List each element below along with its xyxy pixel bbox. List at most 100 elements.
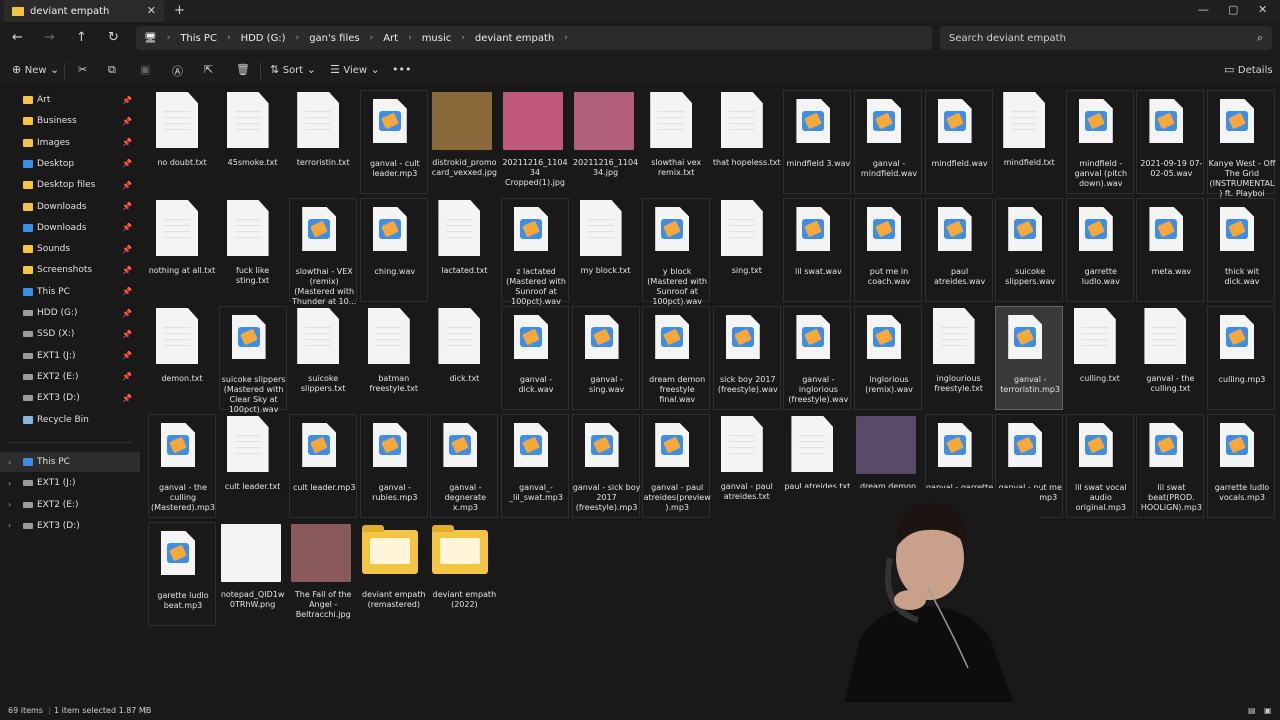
- delete-icon[interactable]: 🗑: [236, 63, 250, 76]
- sidebar-item[interactable]: EXT1 (J:) 📌: [0, 346, 140, 366]
- file-item[interactable]: ganval - inglorious (freestyle).wav: [783, 306, 852, 410]
- breadcrumb[interactable]: 🖥 › This PC › HDD (G:) › gan's files › Art › music…: [136, 26, 932, 50]
- copy-icon[interactable]: ⧉: [108, 63, 116, 77]
- new-tab-button[interactable]: +: [174, 3, 185, 18]
- file-item[interactable]: no doubt.txt: [148, 90, 216, 194]
- sidebar-item[interactable]: EXT3 (D:) 📌: [0, 388, 140, 408]
- sidebar-item[interactable]: HDD (G:) 📌: [0, 303, 140, 323]
- file-item[interactable]: that hopeless.txt: [713, 90, 781, 194]
- file-item[interactable]: z lactated (Mastered with Sunroof at 100…: [501, 198, 569, 306]
- file-item[interactable]: fuck like sting.txt: [219, 198, 287, 302]
- file-item[interactable]: ching.wav: [359, 198, 428, 302]
- file-item[interactable]: cult leader.txt: [219, 414, 287, 518]
- pin-icon[interactable]: 📌: [122, 202, 132, 211]
- breadcrumb-item[interactable]: deviant empath: [475, 33, 554, 44]
- file-item[interactable]: cult leader.mp3: [289, 414, 358, 518]
- pin-icon[interactable]: 📌: [122, 181, 132, 190]
- file-item[interactable]: ganval - paul atreides(preview).mp3: [642, 414, 711, 518]
- pin-icon[interactable]: 📌: [122, 266, 132, 275]
- file-item[interactable]: ganval - degnerate x.mp3: [430, 414, 499, 518]
- file-item[interactable]: 45smoke.txt: [219, 90, 287, 194]
- file-item[interactable]: mindfield 3.wav: [783, 90, 852, 194]
- tree-item[interactable]: › EXT1 (J:): [0, 473, 140, 493]
- pin-icon[interactable]: 📌: [122, 394, 132, 403]
- file-item[interactable]: culling.txt: [1066, 306, 1134, 410]
- sidebar-item[interactable]: Downloads 📌: [0, 218, 140, 238]
- file-item[interactable]: ganval - terroristin.mp3: [995, 306, 1064, 410]
- file-item[interactable]: 20211216_110434 Cropped(1).jpg: [501, 90, 569, 194]
- file-item[interactable]: deviant empath (2022): [430, 522, 498, 626]
- chevron-right-icon[interactable]: ›: [8, 479, 11, 488]
- file-item[interactable]: ganval - cult leader.mp3: [359, 90, 428, 194]
- sidebar-item[interactable]: EXT2 (E:) 📌: [0, 367, 140, 387]
- pin-icon[interactable]: 📌: [122, 245, 132, 254]
- tree-item[interactable]: › EXT3 (D:): [0, 516, 140, 536]
- file-item[interactable]: suicoke slippers (Mastered with Clear Sk…: [218, 306, 287, 414]
- refresh-button[interactable]: ↻: [108, 30, 119, 45]
- chevron-right-icon[interactable]: ›: [8, 500, 11, 509]
- file-item[interactable]: y block (Mastered with Sunroof at 100pct…: [642, 198, 711, 306]
- tiles-view-icon[interactable]: ▣: [1264, 706, 1272, 715]
- file-item[interactable]: nothing at all.txt: [148, 198, 216, 302]
- breadcrumb-item[interactable]: HDD (G:): [241, 33, 286, 44]
- breadcrumb-item[interactable]: gan's files: [309, 33, 359, 44]
- breadcrumb-separator-icon[interactable]: ›: [408, 33, 412, 43]
- file-item[interactable]: dick.txt: [430, 306, 498, 410]
- maximize-button[interactable]: ▢: [1228, 3, 1238, 16]
- file-item[interactable]: ganval - sing.wav: [571, 306, 640, 410]
- sidebar-item[interactable]: Sounds 📌: [0, 239, 140, 259]
- file-item[interactable]: thick wit dick.wav: [1207, 198, 1275, 302]
- sort-button[interactable]: ⇅ Sort ⌄: [270, 63, 316, 76]
- share-icon[interactable]: ⇱: [204, 63, 213, 76]
- file-item[interactable]: dream demon freestyle final.wav: [642, 306, 711, 410]
- file-item[interactable]: inglorious (remix).wav: [854, 306, 922, 410]
- pin-icon[interactable]: 📌: [122, 330, 132, 339]
- breadcrumb-item[interactable]: Art: [383, 33, 398, 44]
- search-input[interactable]: Search deviant empath ⌕: [940, 26, 1272, 50]
- tab-deviant-empath[interactable]: deviant empath ✕: [4, 0, 164, 22]
- breadcrumb-separator-icon[interactable]: ›: [461, 33, 465, 43]
- file-item[interactable]: batman freestyle.txt: [360, 306, 428, 410]
- file-item[interactable]: slowthai - VEX (remix) (Mastered with Th…: [289, 198, 358, 306]
- file-item[interactable]: mindfield.wav: [924, 90, 993, 194]
- breadcrumb-item[interactable]: This PC: [180, 33, 217, 44]
- file-item[interactable]: notepad_QID1w0TRhW.png: [219, 522, 287, 626]
- pin-icon[interactable]: 📌: [122, 117, 132, 126]
- file-item[interactable]: 20211216_110434.jpg: [572, 90, 640, 194]
- sidebar-item[interactable]: Art 📌: [0, 90, 140, 110]
- minimize-button[interactable]: —: [1198, 3, 1209, 16]
- rename-icon[interactable]: Ⓐ: [172, 63, 183, 79]
- sidebar-item[interactable]: Images 📌: [0, 133, 140, 153]
- tree-item[interactable]: › EXT2 (E:): [0, 495, 140, 515]
- file-item[interactable]: ganval - the culling.txt: [1136, 306, 1204, 410]
- pin-icon[interactable]: 📌: [122, 372, 132, 381]
- back-button[interactable]: ←: [12, 30, 23, 45]
- file-item[interactable]: suicoke slippers.txt: [289, 306, 357, 410]
- file-item[interactable]: mindfield.txt: [995, 90, 1063, 194]
- pin-icon[interactable]: 📌: [122, 223, 132, 232]
- file-item[interactable]: ganval - sick boy 2017 (freestyle).mp3: [571, 414, 640, 518]
- file-item[interactable]: put me in coach.wav: [854, 198, 922, 302]
- file-item[interactable]: ganval - rubies.mp3: [359, 414, 428, 518]
- breadcrumb-separator-icon[interactable]: ›: [564, 33, 568, 43]
- file-item[interactable]: culling.mp3: [1207, 306, 1275, 410]
- file-item[interactable]: slowthai vex remix.txt: [642, 90, 710, 194]
- new-button[interactable]: ⊕ New ⌄: [12, 63, 59, 76]
- more-options-button[interactable]: •••: [392, 63, 411, 76]
- file-item[interactable]: meta.wav: [1136, 198, 1205, 302]
- file-item[interactable]: ganval - the culling (Mastered).mp3: [148, 414, 216, 518]
- breadcrumb-item[interactable]: music: [422, 33, 452, 44]
- file-item[interactable]: 2021-09-19 07-02-05.wav: [1136, 90, 1205, 194]
- pin-icon[interactable]: 📌: [122, 159, 132, 168]
- chevron-right-icon[interactable]: ›: [8, 521, 11, 530]
- file-item[interactable]: lil swat beat(PROD. HOOLiGN).mp3: [1136, 414, 1205, 518]
- view-button[interactable]: ☰ View ⌄: [330, 63, 380, 76]
- pin-icon[interactable]: 📌: [122, 351, 132, 360]
- forward-button[interactable]: →: [44, 30, 55, 45]
- file-item[interactable]: deviant empath (remastered): [360, 522, 428, 626]
- details-view-icon[interactable]: ▤: [1248, 706, 1256, 715]
- breadcrumb-separator-icon[interactable]: ›: [296, 33, 300, 43]
- file-item[interactable]: lil swat.wav: [783, 198, 852, 302]
- breadcrumb-separator-icon[interactable]: ›: [167, 33, 171, 43]
- file-item[interactable]: ganval - mindfield.wav: [854, 90, 922, 194]
